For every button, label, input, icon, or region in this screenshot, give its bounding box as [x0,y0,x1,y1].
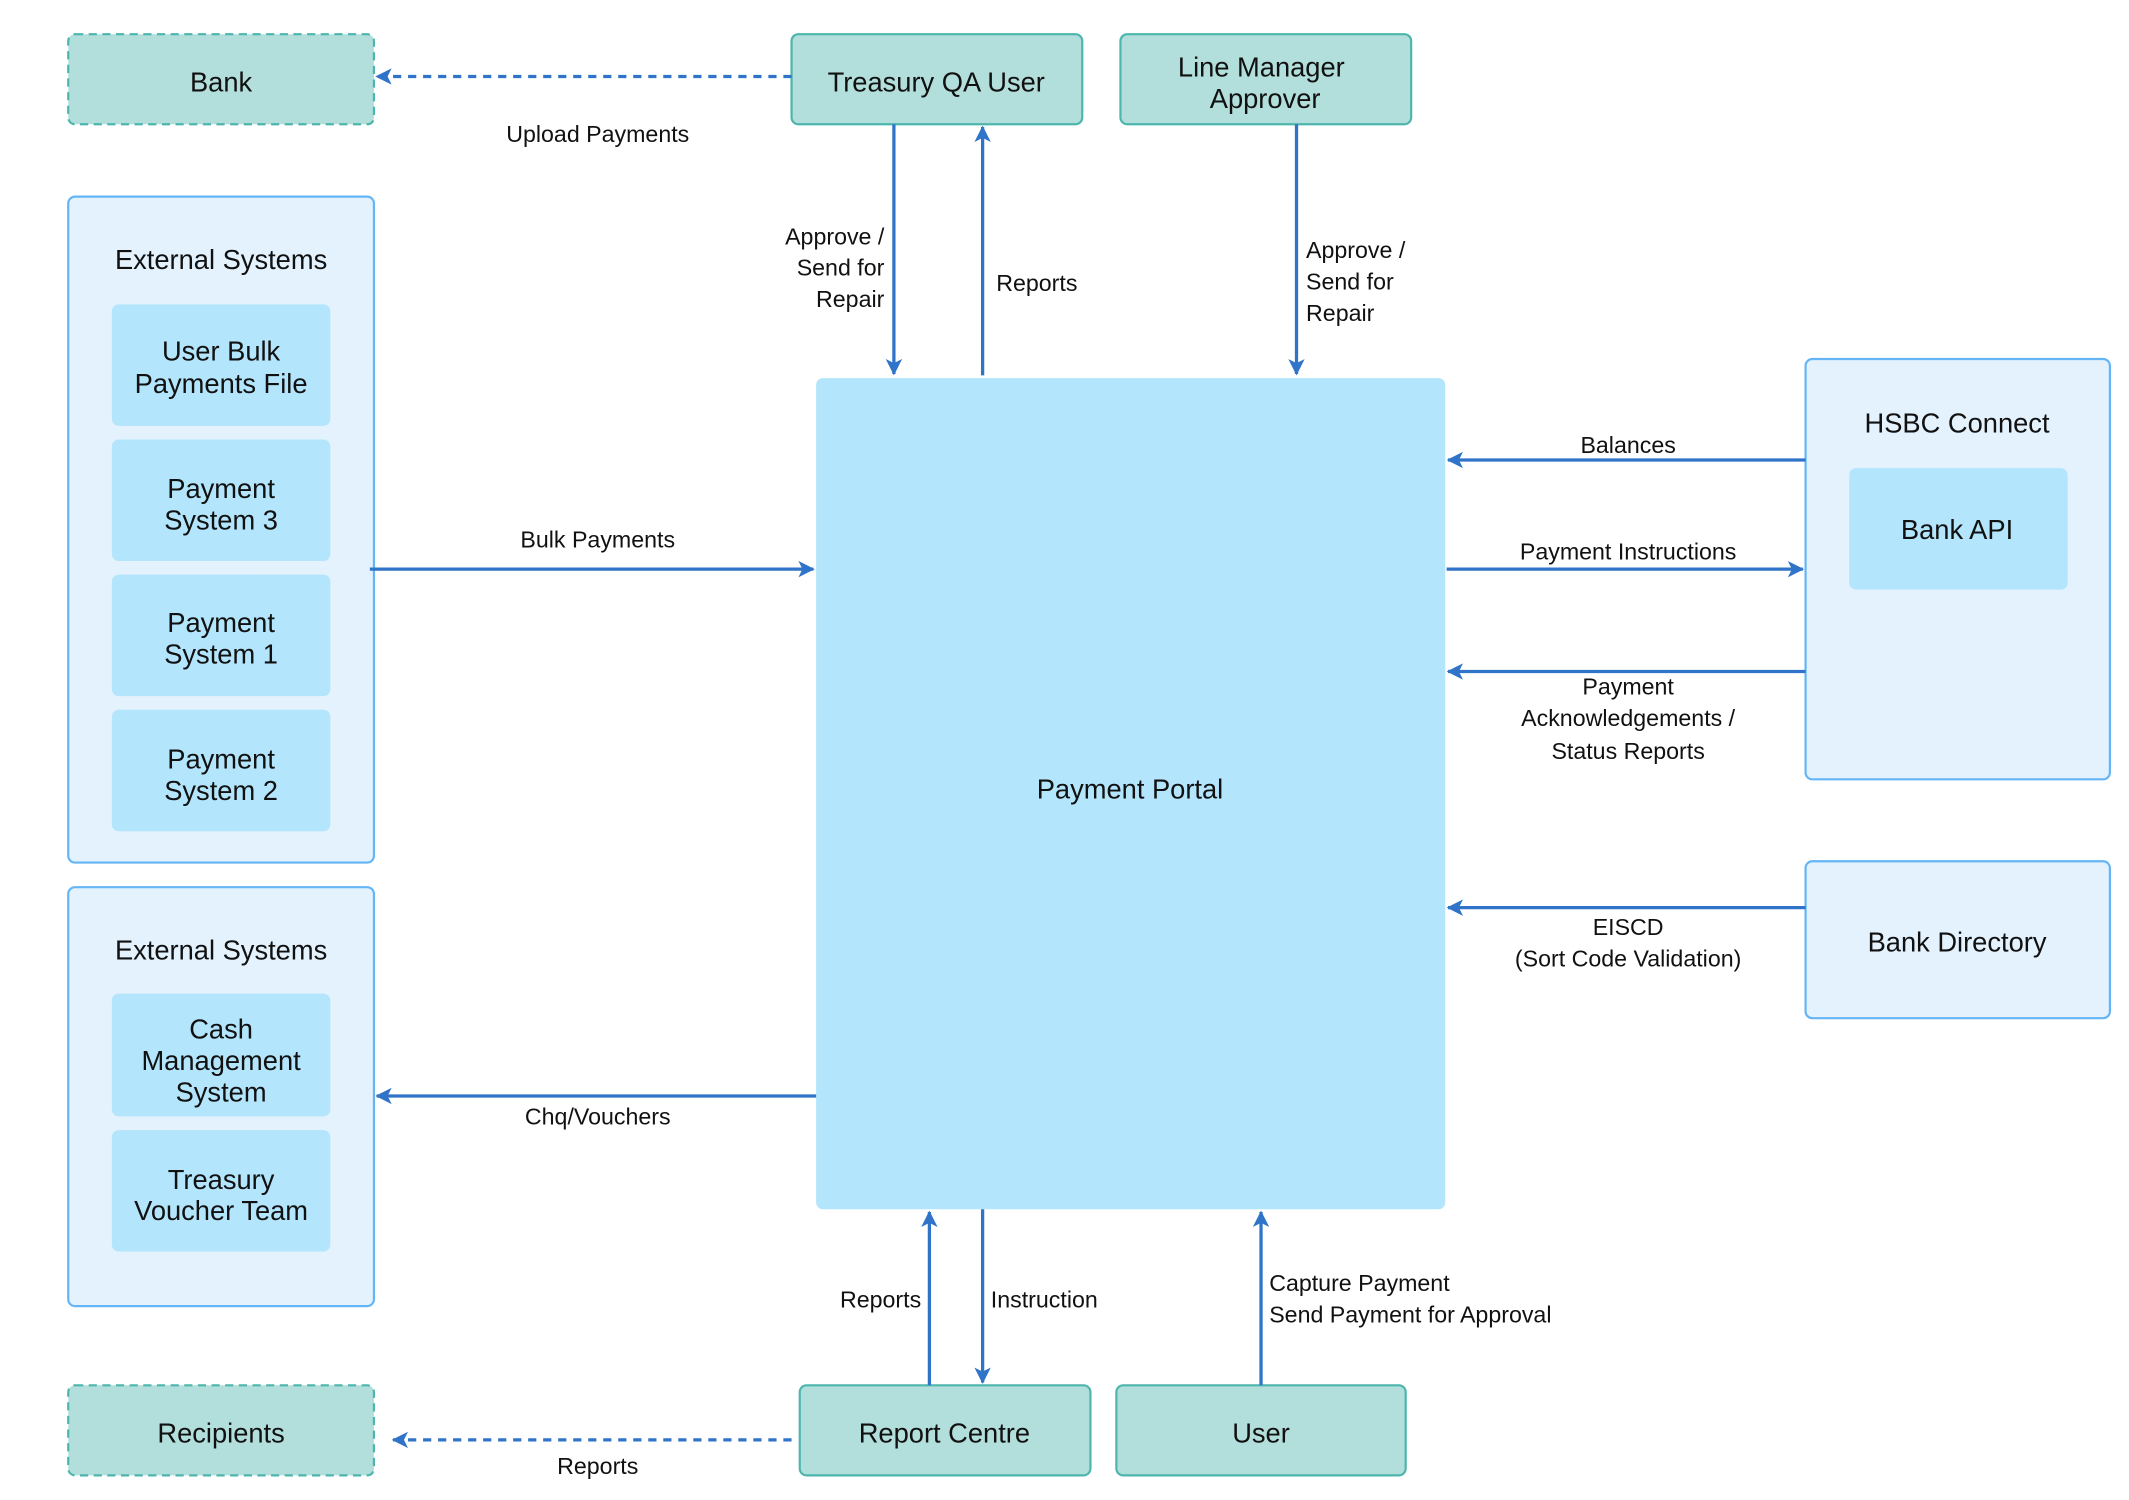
payment-system-1-node: Payment System 1 [111,574,331,697]
svg-text:Report Centre: Report Centre [859,1418,1030,1449]
treasury-approve-label: Approve / Send for Repair [785,223,885,312]
bank-directory-node: Bank Directory [1804,860,2111,1020]
treasury-voucher-team-node: Treasury Voucher Team [111,1130,331,1252]
user-capture-label: Capture Payment Send Payment for Approval [1269,1270,1551,1327]
treasury-reports-label: Reports [996,270,1077,296]
payment-flow-diagram: Bank Treasury QA User Line Manager Appro… [67,33,2111,1479]
upload-payments-label: Upload Payments [506,121,689,147]
chq-vouchers-label: Chq/Vouchers [525,1104,671,1130]
group-title: External Systems [115,934,327,965]
group-title: External Systems [115,244,327,275]
treasury-qa-user-label: Treasury QA User [828,67,1045,98]
eiscd-label: EISCD (Sort Code Validation) [1515,914,1741,971]
user-bulk-payments-file-node: User Bulk Payments File [111,304,331,426]
manager-approve-label: Approve / Send for Repair [1306,237,1406,326]
svg-text:PaymentSystem 3: Payment System 3 [164,473,278,535]
recipients-reports-label: Reports [557,1453,638,1479]
payment-portal-node: Payment Portal [816,378,1446,1210]
line-manager-approver-node: Line Manager Approver [1119,33,1413,126]
payment-instructions-label: Payment Instructions [1520,539,1737,565]
report-centre-reports-label: Reports [840,1286,921,1312]
external-systems-group-1: External Systems User Bulk Payments File … [67,195,376,864]
instruction-label: Instruction [991,1286,1098,1312]
hsbc-connect-group: HSBC Connect Bank API [1804,357,2111,781]
svg-text:User: User [1232,1418,1290,1449]
svg-text:PaymentSystem 1: Payment System 1 [164,607,278,669]
balances-label: Balances [1580,432,1675,458]
svg-text:Bank API: Bank API [1901,514,2013,545]
svg-text:HSBC Connect: HSBC Connect [1865,408,2050,439]
svg-text:Recipients: Recipients [157,1418,284,1449]
cash-management-system-node: Cash Management System [111,993,331,1117]
acknowledgements-label: Payment Acknowledgements / Status Reports [1521,674,1736,764]
svg-text:Payment Portal: Payment Portal [1037,773,1224,804]
external-systems-group-2: External Systems Cash Management System Tr… [67,886,376,1308]
report-centre-node: Report Centre [798,1384,1092,1477]
user-node: User [1115,1384,1407,1477]
bank-node: Bank [67,33,376,126]
bulk-payments-label: Bulk Payments [520,526,675,552]
payment-system-2-node: Payment System 2 [111,709,331,832]
svg-text:PaymentSystem 2: Payment System 2 [164,743,278,805]
bank-api-node: Bank API [1849,468,2068,590]
svg-text:Bank Directory: Bank Directory [1868,926,2047,957]
payment-system-3-node: Payment System 3 [111,439,331,561]
bank-label: Bank [190,67,253,98]
recipients-node: Recipients [67,1384,376,1477]
treasury-qa-user-node: Treasury QA User [790,33,1084,126]
